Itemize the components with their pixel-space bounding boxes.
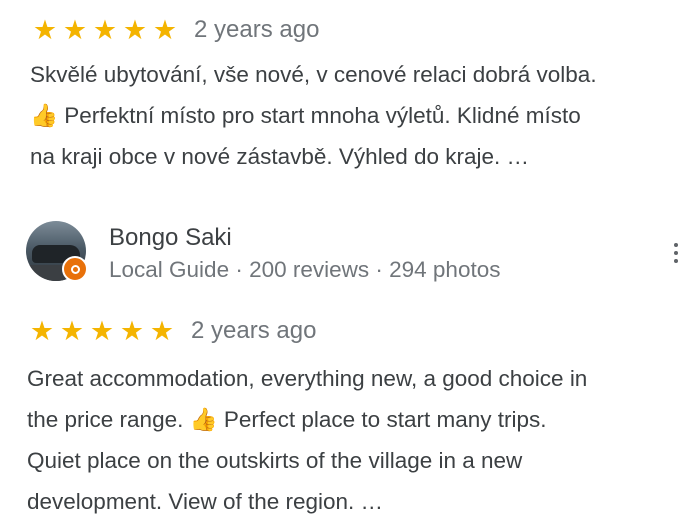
local-guide-badge-icon (62, 256, 88, 282)
review-text[interactable]: Skvělé ubytování, vše nové, v cenové rel… (30, 54, 690, 177)
review-text[interactable]: Great accommodation, everything new, a g… (27, 358, 687, 522)
star-icon: ★ (119, 315, 145, 347)
review-time: 2 years ago (191, 317, 317, 344)
more-vert-icon (674, 251, 678, 255)
more-vert-icon (674, 259, 678, 263)
star-icon: ★ (152, 14, 178, 46)
badge-ring (70, 264, 80, 274)
star-icon: ★ (29, 315, 55, 347)
rating-row: ★ ★ ★ ★ ★ 2 years ago (27, 316, 317, 346)
more-options-button[interactable] (664, 238, 688, 268)
rating-row: ★ ★ ★ ★ ★ 2 years ago (30, 15, 320, 45)
star-icon: ★ (62, 14, 88, 46)
star-icon: ★ (122, 14, 148, 46)
star-icon: ★ (59, 315, 85, 347)
star-icon: ★ (149, 315, 175, 347)
author-meta: Local Guide · 200 reviews · 294 photos (109, 257, 501, 282)
author-name[interactable]: Bongo Saki (109, 224, 232, 252)
star-icon: ★ (92, 14, 118, 46)
more-vert-icon (674, 243, 678, 247)
review-author: Bongo Saki Local Guide · 200 reviews · 2… (26, 218, 696, 284)
star-icon: ★ (32, 14, 58, 46)
star-rating: ★ ★ ★ ★ ★ (27, 318, 177, 345)
review-time: 2 years ago (194, 16, 320, 43)
star-icon: ★ (89, 315, 115, 347)
star-rating: ★ ★ ★ ★ ★ (30, 17, 180, 44)
